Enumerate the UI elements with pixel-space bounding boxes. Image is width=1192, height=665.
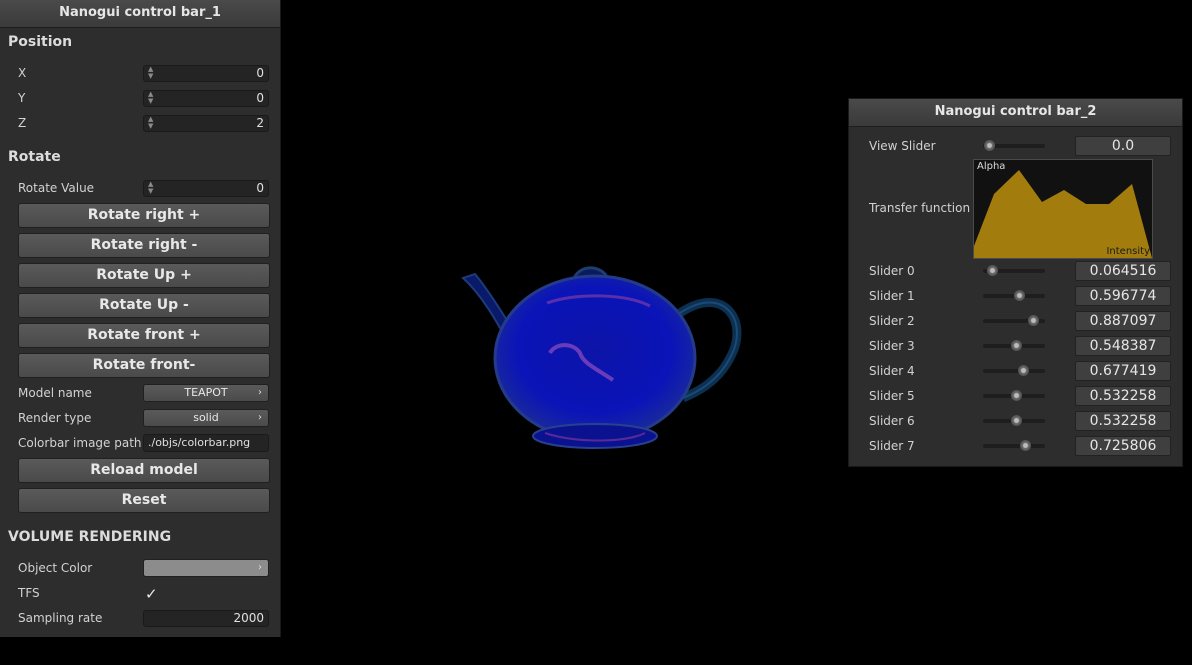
view-slider[interactable]: [983, 140, 1045, 152]
rotate-right-minus-button[interactable]: Rotate right -: [18, 233, 270, 258]
slider-7[interactable]: [983, 440, 1045, 452]
x-label: X: [18, 66, 27, 80]
slider-2-value[interactable]: 0.887097: [1075, 311, 1171, 331]
slider-knob[interactable]: [984, 140, 995, 151]
spin-arrows-icon[interactable]: ▲ ▼: [148, 181, 153, 195]
rotate-front-plus-button[interactable]: Rotate front +: [18, 323, 270, 348]
model-name-value: TEAPOT: [184, 386, 228, 399]
control-bar-2-panel: Nanogui control bar_2 View Slider 0.0 Tr…: [848, 98, 1183, 467]
sampling-rate-input[interactable]: 2000: [143, 610, 269, 627]
reload-model-button[interactable]: Reload model: [18, 458, 270, 483]
slider-1-value[interactable]: 0.596774: [1075, 286, 1171, 306]
slider-6-value[interactable]: 0.532258: [1075, 411, 1171, 431]
slider-track: [983, 444, 1045, 448]
spin-arrows-icon[interactable]: ▲ ▼: [148, 116, 153, 130]
colorbar-path-input[interactable]: ./objs/colorbar.png: [143, 434, 269, 452]
slider-4-value[interactable]: 0.677419: [1075, 361, 1171, 381]
transfer-alpha-label: Alpha: [977, 161, 1006, 172]
control-bar-2-title[interactable]: Nanogui control bar_2: [849, 99, 1182, 127]
slider-1-label: Slider 1: [869, 289, 915, 303]
rotate-front-minus-button[interactable]: Rotate front-: [18, 353, 270, 378]
slider-7-label: Slider 7: [869, 439, 915, 453]
rotate-value: 0: [256, 181, 264, 195]
x-value: 0: [256, 66, 264, 80]
slider-5-label: Slider 5: [869, 389, 915, 403]
render-type-select[interactable]: solid ›: [143, 409, 269, 427]
sampling-rate-value: 2000: [233, 611, 264, 625]
control-bar-1-panel: Nanogui control bar_1 Position X ▲ ▼ 0 Y …: [0, 0, 281, 637]
slider-knob[interactable]: [1010, 390, 1022, 401]
z-label: Z: [18, 116, 27, 130]
slider-4-label: Slider 4: [869, 364, 915, 378]
rotate-heading: Rotate: [8, 149, 61, 165]
slider-knob[interactable]: [987, 265, 999, 276]
slider-knob[interactable]: [1020, 440, 1032, 451]
slider-2[interactable]: [983, 315, 1045, 327]
slider-6-label: Slider 6: [869, 414, 915, 428]
render-type-value: solid: [193, 411, 219, 424]
slider-knob[interactable]: [1017, 365, 1029, 376]
slider-3[interactable]: [983, 340, 1045, 352]
sampling-rate-label: Sampling rate: [18, 611, 103, 625]
z-input[interactable]: ▲ ▼ 2: [143, 115, 269, 132]
rotate-right-plus-button[interactable]: Rotate right +: [18, 203, 270, 228]
slider-knob[interactable]: [1013, 290, 1025, 301]
rotate-value-input[interactable]: ▲ ▼ 0: [143, 180, 269, 197]
render-type-label: Render type: [18, 411, 92, 425]
slider-7-value[interactable]: 0.725806: [1075, 436, 1171, 456]
x-input[interactable]: ▲ ▼ 0: [143, 65, 269, 82]
slider-3-label: Slider 3: [869, 339, 915, 353]
chevron-right-icon: ›: [258, 412, 262, 423]
rotate-value-label: Rotate Value: [18, 181, 95, 195]
slider-track: [983, 369, 1045, 373]
model-name-select[interactable]: TEAPOT ›: [143, 384, 269, 402]
y-label: Y: [18, 91, 26, 105]
colorbar-path-label: Colorbar image path: [18, 436, 142, 450]
transfer-function-curve: [974, 170, 1152, 258]
transfer-intensity-label: Intensity: [1106, 246, 1150, 257]
chevron-right-icon: ›: [258, 387, 262, 398]
position-heading: Position: [8, 34, 73, 50]
spin-arrows-icon[interactable]: ▲ ▼: [148, 91, 153, 105]
tfs-checkbox[interactable]: ✓: [145, 585, 158, 603]
chevron-right-icon: ›: [258, 562, 262, 573]
object-color-label: Object Color: [18, 561, 93, 575]
transfer-function-editor[interactable]: Alpha Intensity: [973, 159, 1153, 259]
slider-knob[interactable]: [1011, 340, 1023, 351]
rotate-up-plus-button[interactable]: Rotate Up +: [18, 263, 270, 288]
slider-4[interactable]: [983, 365, 1045, 377]
reset-button[interactable]: Reset: [18, 488, 270, 513]
slider-0-label: Slider 0: [869, 264, 915, 278]
slider-0[interactable]: [983, 265, 1045, 277]
y-input[interactable]: ▲ ▼ 0: [143, 90, 269, 107]
slider-6[interactable]: [983, 415, 1045, 427]
y-value: 0: [256, 91, 264, 105]
slider-1[interactable]: [983, 290, 1045, 302]
view-slider-label: View Slider: [869, 139, 936, 153]
spin-arrows-icon[interactable]: ▲ ▼: [148, 66, 153, 80]
z-value: 2: [256, 116, 264, 130]
slider-5-value[interactable]: 0.532258: [1075, 386, 1171, 406]
model-name-label: Model name: [18, 386, 92, 400]
slider-knob[interactable]: [1028, 315, 1040, 326]
slider-5[interactable]: [983, 390, 1045, 402]
view-slider-value[interactable]: 0.0: [1075, 136, 1171, 156]
slider-0-value[interactable]: 0.064516: [1075, 261, 1171, 281]
object-color-picker[interactable]: ›: [143, 559, 269, 577]
tfs-label: TFS: [18, 586, 40, 600]
slider-knob[interactable]: [1010, 415, 1022, 426]
slider-3-value[interactable]: 0.548387: [1075, 336, 1171, 356]
control-bar-1-title[interactable]: Nanogui control bar_1: [0, 0, 280, 28]
transfer-function-label: Transfer function: [869, 201, 971, 215]
rotate-up-minus-button[interactable]: Rotate Up -: [18, 293, 270, 318]
teapot-render[interactable]: [455, 258, 745, 458]
volume-rendering-heading: VOLUME RENDERING: [8, 529, 172, 545]
slider-2-label: Slider 2: [869, 314, 915, 328]
